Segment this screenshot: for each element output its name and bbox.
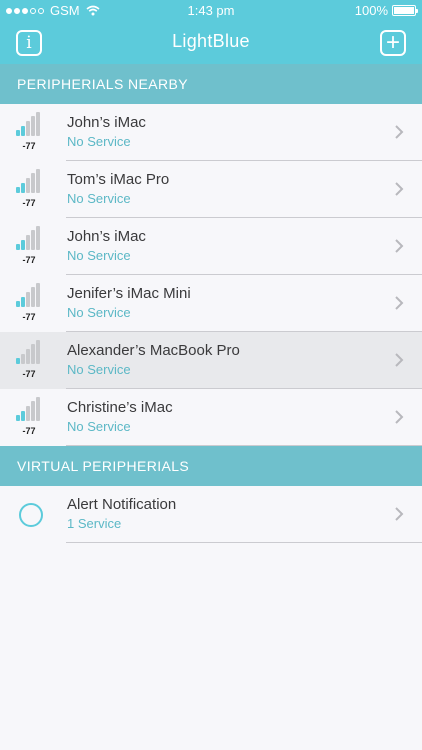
peripheral-row[interactable]: -77 John’s iMac No Service xyxy=(0,218,422,275)
section-header-nearby: PERIPHERIALS NEARBY xyxy=(0,64,422,104)
signal-bar xyxy=(26,178,30,193)
peripheral-service: No Service xyxy=(67,362,131,377)
signal-bar xyxy=(31,173,35,193)
virtual-peripheral-circle-icon xyxy=(19,503,43,527)
signal-bar xyxy=(21,240,25,250)
signal-bar xyxy=(31,230,35,250)
peripheral-name: John’s iMac xyxy=(67,228,146,245)
signal-bar xyxy=(36,112,40,136)
rssi-value: -77 xyxy=(22,198,36,208)
signal-bar xyxy=(21,411,25,421)
signal-bar xyxy=(26,406,30,421)
signal-bar xyxy=(26,349,30,364)
signal-bar xyxy=(21,354,25,364)
chevron-right-icon xyxy=(395,239,404,253)
signal-bar xyxy=(36,340,40,364)
rssi-value: -77 xyxy=(22,255,36,265)
signal-bar xyxy=(16,301,20,307)
chevron-right-icon xyxy=(395,353,404,367)
rssi-value: -77 xyxy=(22,312,36,322)
peripheral-service: No Service xyxy=(67,248,131,263)
battery-fill xyxy=(394,7,414,14)
signal-bar xyxy=(26,235,30,250)
peripheral-row[interactable]: -77 Jenifer’s iMac Mini No Service xyxy=(0,275,422,332)
rssi-value: -77 xyxy=(22,141,36,151)
signal-bar xyxy=(26,292,30,307)
virtual-peripheral-row[interactable]: Alert Notification 1 Service xyxy=(0,486,422,543)
battery-percent: 100% xyxy=(354,3,388,18)
chevron-right-icon xyxy=(395,296,404,310)
peripheral-name: Tom’s iMac Pro xyxy=(67,171,170,188)
signal-bar xyxy=(16,130,20,136)
peripheral-service: No Service xyxy=(67,419,131,434)
signal-strength-icon xyxy=(16,340,44,366)
signal-bar xyxy=(16,244,20,250)
virtual-peripheral-service: 1 Service xyxy=(67,516,122,531)
peripheral-name: Christine’s iMac xyxy=(67,399,173,416)
peripheral-row[interactable]: -77 John’s iMac No Service xyxy=(0,104,422,161)
rssi-value: -77 xyxy=(22,426,36,436)
signal-bar xyxy=(36,169,40,193)
signal-bar xyxy=(21,297,25,307)
signal-bar xyxy=(16,358,20,364)
signal-bar xyxy=(31,287,35,307)
signal-strength-icon xyxy=(16,226,44,252)
chevron-right-icon xyxy=(395,410,404,424)
signal-strength-icon xyxy=(16,397,44,423)
signal-bar xyxy=(36,397,40,421)
signal-strength-icon xyxy=(16,112,44,138)
peripheral-name: Jenifer’s iMac Mini xyxy=(67,285,191,302)
chevron-right-icon xyxy=(395,125,404,139)
signal-bar xyxy=(21,126,25,136)
peripheral-row[interactable]: -77 Alexander’s MacBook Pro No Service xyxy=(0,332,422,389)
signal-bar xyxy=(31,116,35,136)
peripheral-row[interactable]: -77 Christine’s iMac No Service xyxy=(0,389,422,446)
chevron-right-icon xyxy=(395,507,404,521)
app-title: LightBlue xyxy=(172,31,250,51)
add-button[interactable]: + xyxy=(380,30,406,56)
chevron-right-icon xyxy=(395,182,404,196)
signal-bar xyxy=(31,344,35,364)
navigation-bar: i LightBlue + xyxy=(0,22,422,64)
signal-bar xyxy=(36,283,40,307)
status-bar: GSM 1:43 pm 100% xyxy=(0,0,422,22)
signal-bar xyxy=(26,121,30,136)
peripheral-service: No Service xyxy=(67,134,131,149)
peripheral-name: John’s iMac xyxy=(67,114,146,131)
signal-bar xyxy=(16,415,20,421)
top-bar: GSM 1:43 pm 100% i LightBlue + xyxy=(0,0,422,64)
peripheral-service: No Service xyxy=(67,191,131,206)
row-divider xyxy=(66,542,422,543)
rssi-value: -77 xyxy=(22,369,36,379)
signal-bar xyxy=(16,187,20,193)
signal-bar xyxy=(36,226,40,250)
peripheral-name: Alexander’s MacBook Pro xyxy=(67,342,240,359)
signal-bar xyxy=(21,183,25,193)
section-header-virtual: VIRTUAL PERIPHERIALS xyxy=(0,446,422,486)
signal-strength-icon xyxy=(16,283,44,309)
peripheral-row[interactable]: -77 Tom’s iMac Pro No Service xyxy=(0,161,422,218)
plus-icon: + xyxy=(385,29,400,56)
signal-bar xyxy=(31,401,35,421)
signal-strength-icon xyxy=(16,169,44,195)
battery-icon xyxy=(392,5,418,16)
peripheral-service: No Service xyxy=(67,305,131,320)
virtual-peripheral-name: Alert Notification xyxy=(67,496,177,513)
